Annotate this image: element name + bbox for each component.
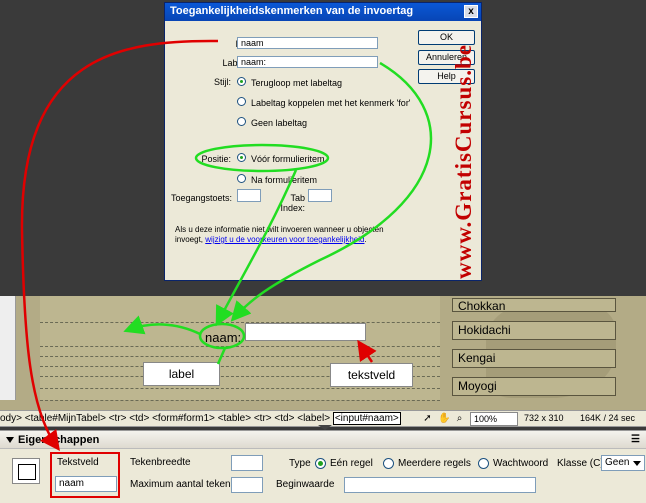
accessibility-preferences-link[interactable]: wijzigt u de voorkeuren voor toegankelij…: [205, 235, 364, 244]
style-option-wrap: Terugloop met labeltag: [251, 78, 343, 88]
char-width-input[interactable]: [231, 455, 263, 471]
id-input[interactable]: naam: [237, 37, 378, 49]
crumb-current[interactable]: <input#naam>: [332, 412, 401, 425]
zoom-tool-icon[interactable]: ⌕: [454, 413, 465, 424]
accesskey-input[interactable]: [237, 189, 261, 202]
crumb[interactable]: <tr>: [109, 413, 127, 424]
tabindex-label: Tab Index:: [280, 193, 305, 213]
class-select[interactable]: Geen: [601, 455, 645, 471]
table-row-line: [40, 388, 440, 389]
table-row-line: [40, 346, 440, 347]
download-size: 164K / 24 sec: [580, 413, 636, 423]
position-radio-after[interactable]: [237, 174, 246, 183]
note-end: .: [364, 235, 367, 244]
pointer-tool-icon[interactable]: ➚: [422, 413, 433, 424]
highlight-box: [50, 452, 120, 498]
side-item-hokidachi[interactable]: Hokidachi: [452, 321, 616, 340]
char-width-label: Tekenbreedte: [130, 457, 191, 468]
callout-label: label: [143, 362, 220, 386]
table-row-line: [40, 400, 440, 401]
hand-tool-icon[interactable]: ✋: [438, 413, 450, 424]
type-option-single: Eén regel: [330, 458, 373, 469]
expand-triangle-icon[interactable]: [6, 437, 14, 443]
panel-menu-icon[interactable]: ☰: [631, 434, 640, 445]
properties-titlebar[interactable]: Eigenschappen ☰: [0, 431, 646, 449]
max-chars-label: Maximum aantal tekens: [130, 479, 236, 490]
position-radio-before[interactable]: [237, 153, 246, 162]
vertical-ruler: [0, 296, 16, 400]
init-value-label: Beginwaarde: [276, 479, 335, 490]
accesskey-label: Toegangstoets:: [171, 193, 233, 203]
style-option-for: Labeltag koppelen met het kenmerk 'for': [251, 98, 411, 108]
class-label: Klasse (C): [557, 458, 604, 469]
position-option-after: Na formulieritem: [251, 175, 318, 185]
ok-button[interactable]: OK: [418, 30, 475, 45]
position-option-before: Vóór formulieritem: [251, 154, 325, 164]
side-item-kengai[interactable]: Kengai: [452, 349, 616, 368]
init-value-input[interactable]: [344, 477, 536, 493]
accessibility-dialog: Toegankelijkheidskenmerken van de invoer…: [164, 2, 482, 281]
style-radio-wrap[interactable]: [237, 77, 246, 86]
tag-breadcrumb: ody> <table#MijnTabel> <tr> <td> <form#f…: [0, 412, 401, 425]
side-item-moyogi[interactable]: Moyogi: [452, 377, 616, 396]
tabindex-input[interactable]: [308, 189, 332, 202]
crumb[interactable]: <table>: [218, 413, 251, 424]
textfield-icon: [12, 458, 40, 484]
crumb[interactable]: <form#form1>: [152, 413, 215, 424]
crumb[interactable]: <tr>: [254, 413, 272, 424]
zoom-select[interactable]: 100%: [470, 412, 518, 426]
tag-selector-bar: ody> <table#MijnTabel> <tr> <td> <form#f…: [0, 410, 646, 427]
type-radio-multi[interactable]: [383, 458, 394, 469]
properties-title: Eigenschappen: [18, 434, 100, 446]
dialog-titlebar: Toegankelijkheidskenmerken van de invoer…: [165, 3, 481, 21]
table-row-line: [40, 356, 440, 357]
screenshot-stage: Toegankelijkheidskenmerken van de invoer…: [0, 0, 646, 503]
style-radio-none[interactable]: [237, 117, 246, 126]
form-label-naam[interactable]: naam:: [205, 330, 241, 345]
dialog-title: Toegankelijkheidskenmerken van de invoer…: [170, 5, 414, 17]
position-label: Positie:: [201, 154, 231, 164]
preferences-note: Als u deze informatie niet wilt invoeren…: [175, 225, 403, 245]
form-text-input[interactable]: [245, 323, 366, 341]
type-radio-password[interactable]: [478, 458, 489, 469]
style-option-none: Geen labeltag: [251, 118, 308, 128]
crumb[interactable]: <td>: [274, 413, 294, 424]
style-radio-for[interactable]: [237, 97, 246, 106]
watermark: www.GratisCursus.be: [451, 44, 476, 279]
crumb[interactable]: ody>: [0, 413, 22, 424]
type-label: Type: [289, 458, 311, 469]
crumb[interactable]: <td>: [129, 413, 149, 424]
crumb[interactable]: <table#MijnTabel>: [25, 413, 106, 424]
window-size[interactable]: 732 x 310: [524, 413, 564, 423]
table-row-line: [40, 322, 440, 323]
callout-textfield: tekstveld: [330, 363, 413, 387]
close-icon[interactable]: x: [464, 5, 478, 18]
max-chars-input[interactable]: [231, 477, 263, 493]
side-item-chokkan[interactable]: Chokkan: [452, 298, 616, 312]
crumb[interactable]: <label>: [297, 413, 330, 424]
style-label: Stijl:: [213, 77, 231, 87]
label-input[interactable]: naam:: [237, 56, 378, 68]
type-option-multi: Meerdere regels: [398, 458, 471, 469]
type-radio-single[interactable]: [315, 458, 326, 469]
type-option-password: Wachtwoord: [493, 458, 549, 469]
